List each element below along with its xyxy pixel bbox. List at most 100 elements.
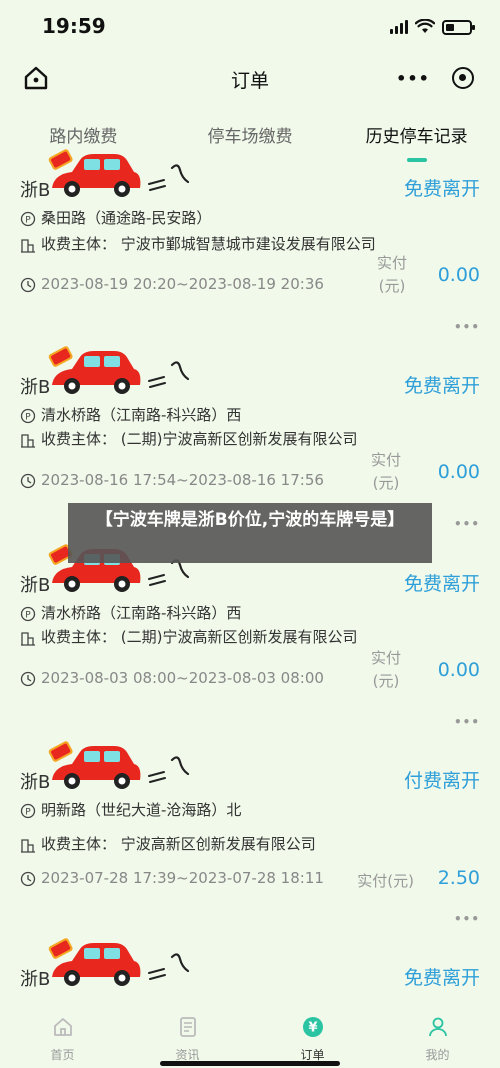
home-indicator <box>160 1061 340 1066</box>
paid-label-line2: (元) <box>372 474 400 492</box>
time-text: 2023-08-16 17:54~2023-08-16 17:56 <box>41 471 324 489</box>
parking-pin-icon <box>20 803 36 819</box>
parking-pin-icon <box>20 606 36 622</box>
order-card[interactable]: 浙B 免费离开 清水桥路（江南路-科兴路）西 收费主体： (二期)宁波高新区创新… <box>0 543 500 740</box>
payee-text: 收费主体： (二期)宁波高新区创新发展有限公司 <box>41 628 358 646</box>
payee-text: 收费主体： 宁波市鄞城智慧城市建设发展有限公司 <box>41 235 376 253</box>
news-icon <box>179 1017 196 1037</box>
headline-overlay: 【宁波车牌是浙B价位,宁波的车牌号是】 <box>68 503 432 563</box>
user-icon <box>428 1017 447 1037</box>
location-row: 明新路（世纪大道-沧海路）北 <box>20 802 381 819</box>
time-row: 2023-08-16 17:54~2023-08-16 17:56 <box>20 472 381 489</box>
paid-label-line1: 实付 <box>370 451 401 469</box>
bottom-tab-bar: 首页 资讯 ¥ 订单 我的 <box>0 1012 500 1068</box>
clock-icon <box>20 277 36 293</box>
tab-label: 停车场缴费 <box>207 127 293 147</box>
payee-text: 收费主体： 宁波高新区创新发展有限公司 <box>41 835 316 853</box>
paid-label-line1: 实付 <box>370 649 401 667</box>
battery-level <box>446 23 454 31</box>
status-time: 19:59 <box>42 14 106 38</box>
clock-icon <box>20 473 36 489</box>
order-card[interactable]: 浙B 免费离开 <box>0 937 500 1012</box>
car-illustration-icon <box>44 345 194 403</box>
signal-icon <box>390 20 408 34</box>
tabbar-label: 首页 <box>50 1048 75 1062</box>
building-icon <box>20 237 36 253</box>
battery-icon <box>442 19 475 35</box>
leave-status: 付费离开 <box>403 770 480 792</box>
tabbar-item-orders[interactable]: ¥ 订单 <box>250 1012 375 1068</box>
parking-pin-icon <box>20 408 36 424</box>
car-illustration-icon <box>44 740 194 798</box>
leave-status: 免费离开 <box>403 178 480 200</box>
time-text: 2023-08-03 08:00~2023-08-03 08:00 <box>41 669 324 687</box>
wifi-icon <box>415 19 435 33</box>
card-more-button[interactable]: ••• <box>454 320 480 334</box>
payee-row: 收费主体： (二期)宁波高新区创新发展有限公司 <box>20 629 381 646</box>
paid-label: 实付 (元) <box>372 252 412 298</box>
plate-number: 浙B <box>20 575 51 596</box>
leave-status: 免费离开 <box>403 967 480 989</box>
payee-row: 收费主体： 宁波市鄞城智慧城市建设发展有限公司 <box>20 236 381 253</box>
location-row: 清水桥路（江南路-科兴路）西 <box>20 605 381 622</box>
plate-number: 浙B <box>20 969 51 990</box>
clock-icon <box>20 671 36 687</box>
payee-row: 收费主体： 宁波高新区创新发展有限公司 <box>20 836 381 853</box>
tab-label: 历史停车记录 <box>365 127 468 147</box>
time-row: 2023-08-03 08:00~2023-08-03 08:00 <box>20 670 381 687</box>
tab-label: 路内缴费 <box>49 127 118 147</box>
location-text: 明新路（世纪大道-沧海路）北 <box>41 801 242 819</box>
tabbar-label: 我的 <box>425 1048 450 1062</box>
plate-number: 浙B <box>20 377 51 398</box>
card-more-button[interactable]: ••• <box>454 715 480 729</box>
tabbar-item-news[interactable]: 资讯 <box>125 1012 250 1068</box>
paid-label: 实付(元) <box>357 872 414 890</box>
location-text: 清水桥路（江南路-科兴路）西 <box>41 406 242 424</box>
order-card[interactable]: 浙B 免费离开 桑田路（通途路-民安路） 收费主体： 宁波市鄞城智慧城市建设发展… <box>0 148 500 345</box>
close-mini-program-button[interactable] <box>452 67 474 89</box>
plate-number: 浙B <box>20 772 51 793</box>
building-icon <box>20 432 36 448</box>
tabbar-item-profile[interactable]: 我的 <box>375 1012 500 1068</box>
order-icon: ¥ <box>302 1017 323 1037</box>
home-icon <box>53 1018 72 1036</box>
clock-icon <box>20 871 36 887</box>
more-menu-button[interactable]: ••• <box>390 69 436 88</box>
plate-number: 浙B <box>20 180 51 201</box>
building-icon <box>20 630 36 646</box>
amount: 0.00 <box>437 461 480 483</box>
tabbar-item-home[interactable]: 首页 <box>0 1012 125 1068</box>
paid-label-line2: (元) <box>378 277 406 295</box>
status-bar: 19:59 <box>0 0 500 50</box>
svg-text:¥: ¥ <box>308 1021 317 1036</box>
leave-status: 免费离开 <box>403 375 480 397</box>
car-illustration-icon <box>44 937 194 995</box>
location-text: 清水桥路（江南路-科兴路）西 <box>41 604 242 622</box>
parking-pin-icon <box>20 211 36 227</box>
time-row: 2023-07-28 17:39~2023-07-28 18:11 <box>20 870 381 887</box>
payee-row: 收费主体： (二期)宁波高新区创新发展有限公司 <box>20 431 381 448</box>
paid-label: 实付 (元) <box>366 647 406 693</box>
amount: 2.50 <box>437 867 480 889</box>
nav-bar: 订单 ••• <box>0 56 500 102</box>
time-row: 2023-08-19 20:20~2023-08-19 20:36 <box>20 276 381 293</box>
amount: 0.00 <box>437 264 480 286</box>
status-icons <box>390 18 475 36</box>
payee-text: 收费主体： (二期)宁波高新区创新发展有限公司 <box>41 430 358 448</box>
location-row: 桑田路（通途路-民安路） <box>20 210 381 227</box>
paid-label-line2: (元) <box>372 672 400 690</box>
time-text: 2023-07-28 17:39~2023-07-28 18:11 <box>41 869 324 887</box>
building-icon <box>20 837 36 853</box>
mini-program-capsule: ••• <box>390 60 482 96</box>
time-text: 2023-08-19 20:20~2023-08-19 20:36 <box>41 275 324 293</box>
car-illustration-icon <box>44 148 194 206</box>
location-text: 桑田路（通途路-民安路） <box>41 209 212 227</box>
paid-label: 实付 (元) <box>366 449 406 495</box>
card-more-button[interactable]: ••• <box>454 517 480 531</box>
paid-label-line1: 实付 <box>376 254 407 272</box>
order-card[interactable]: 浙B 付费离开 明新路（世纪大道-沧海路）北 收费主体： 宁波高新区创新发展有限… <box>0 740 500 937</box>
amount: 0.00 <box>437 659 480 681</box>
card-more-button[interactable]: ••• <box>454 912 480 926</box>
leave-status: 免费离开 <box>403 573 480 595</box>
location-row: 清水桥路（江南路-科兴路）西 <box>20 407 381 424</box>
